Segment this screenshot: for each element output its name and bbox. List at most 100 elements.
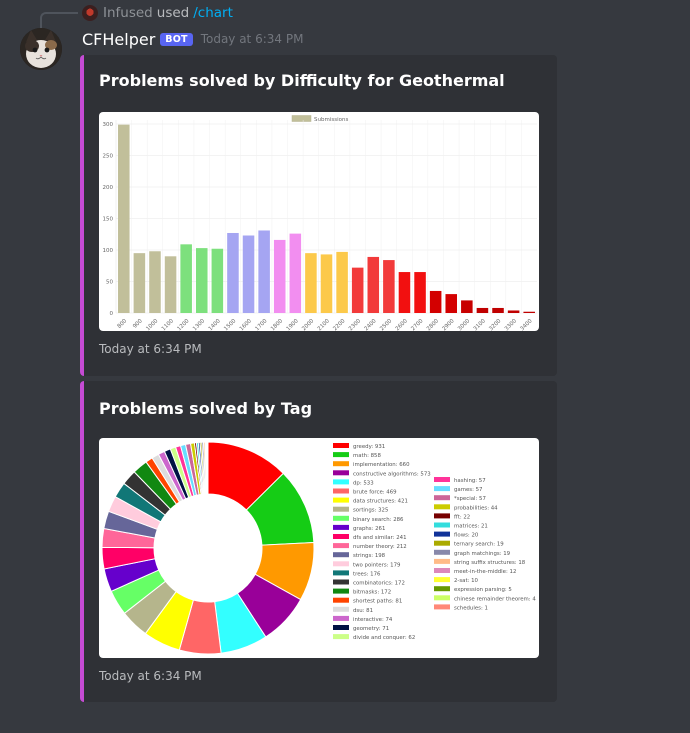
bar bbox=[149, 251, 161, 313]
bar bbox=[429, 290, 442, 313]
legend-swatch bbox=[434, 604, 450, 610]
legend-label: bitmasks: 172 bbox=[353, 590, 391, 596]
x-tick-label: 3000 bbox=[457, 318, 471, 331]
legend-label: combinatorics: 172 bbox=[353, 581, 405, 587]
legend-label: matrices: 21 bbox=[454, 524, 488, 530]
bar bbox=[398, 272, 411, 313]
legend-swatch bbox=[333, 579, 349, 585]
cat-avatar-image bbox=[20, 28, 62, 70]
embed-footer: Today at 6:34 PM bbox=[99, 669, 202, 683]
bar bbox=[320, 254, 333, 313]
legend-swatch bbox=[333, 634, 349, 640]
bar bbox=[492, 307, 504, 313]
legend-swatch bbox=[333, 470, 349, 476]
x-tick-label: 800 bbox=[117, 318, 129, 330]
bar bbox=[461, 300, 473, 313]
legend-swatch bbox=[333, 552, 349, 558]
legend-label: math: 858 bbox=[353, 453, 381, 459]
legend-label: implementation: 660 bbox=[353, 462, 410, 468]
x-tick-label: 1000 bbox=[145, 318, 159, 331]
username[interactable]: CFHelper bbox=[82, 30, 155, 49]
legend-label: binary search: 286 bbox=[353, 517, 404, 523]
legend-label: strings: 198 bbox=[353, 553, 386, 559]
reply-reference[interactable]: Infused used /chart bbox=[82, 4, 233, 22]
legend-swatch bbox=[434, 577, 450, 583]
legend-label: expression parsing: 5 bbox=[454, 587, 512, 593]
legend-label: interactive: 74 bbox=[353, 617, 393, 623]
message-timestamp[interactable]: Today at 6:34 PM bbox=[201, 32, 304, 46]
message-header: CFHelper BOT Today at 6:34 PM bbox=[82, 28, 303, 50]
legend-swatch bbox=[333, 479, 349, 485]
reply-username[interactable]: Infused bbox=[103, 5, 153, 21]
x-tick-label: 2700 bbox=[410, 318, 424, 331]
reply-command[interactable]: /chart bbox=[193, 5, 233, 21]
x-tick-label: 3100 bbox=[473, 318, 487, 331]
x-tick-label: 1700 bbox=[254, 318, 268, 331]
bar bbox=[242, 235, 255, 313]
x-tick-label: 3400 bbox=[519, 318, 533, 331]
legend-label: graphs: 261 bbox=[353, 526, 385, 532]
legend-label: dsu: 81 bbox=[353, 608, 373, 614]
difficulty-chart-image[interactable]: Submissions 0 50 100 150 200 250 300 800 900 1000 1… bbox=[99, 112, 539, 331]
x-tick-label: 2000 bbox=[301, 318, 315, 331]
bar bbox=[227, 232, 239, 313]
legend-swatch bbox=[434, 513, 450, 519]
embed-difficulty: Problems solved by Difficulty for Geothe… bbox=[80, 55, 557, 376]
legend-label: probabilities: 44 bbox=[454, 505, 498, 511]
x-tick-label: 2200 bbox=[332, 318, 346, 331]
bar bbox=[383, 260, 395, 313]
legend-swatch bbox=[333, 461, 349, 467]
tag-chart-image[interactable]: greedy: 931 math: 858 implementation: 660 c… bbox=[99, 438, 539, 658]
x-tick-label: 2900 bbox=[442, 318, 456, 331]
legend-swatch bbox=[434, 531, 450, 537]
legend-label: data structures: 421 bbox=[353, 499, 408, 505]
legend-label: greedy: 931 bbox=[353, 444, 385, 450]
legend-label: games: 57 bbox=[454, 487, 483, 493]
legend-swatch bbox=[333, 524, 349, 530]
bar bbox=[164, 256, 177, 313]
bar bbox=[414, 272, 426, 313]
bar bbox=[367, 256, 380, 313]
legend-swatch bbox=[434, 540, 450, 546]
legend-label: number theory: 212 bbox=[353, 544, 407, 550]
x-tick-label: 2800 bbox=[426, 318, 440, 331]
legend-swatch bbox=[434, 586, 450, 592]
legend-swatch bbox=[333, 443, 349, 448]
legend-swatch bbox=[333, 606, 349, 612]
bar bbox=[445, 294, 458, 313]
legend-label: divide and conquer: 62 bbox=[353, 635, 415, 641]
legend-label: ternary search: 19 bbox=[454, 542, 504, 548]
y-tick-label: 200 bbox=[103, 185, 114, 191]
embed-title: Problems solved by Tag bbox=[99, 399, 313, 418]
bar bbox=[273, 239, 286, 313]
y-tick-label: 0 bbox=[110, 311, 114, 317]
x-tick-label: 1400 bbox=[208, 318, 222, 331]
bar bbox=[211, 248, 224, 313]
legend-swatch bbox=[333, 625, 349, 630]
x-tick-label: 3300 bbox=[504, 318, 518, 331]
legend-swatch bbox=[333, 497, 349, 503]
bar bbox=[476, 307, 489, 313]
reply-action: used bbox=[156, 5, 190, 21]
legend-swatch bbox=[333, 488, 349, 494]
legend-swatch bbox=[291, 115, 312, 122]
chart-legend: greedy: 931 math: 858 implementation: 660 c… bbox=[333, 443, 536, 641]
bar bbox=[507, 310, 520, 313]
reply-avatar[interactable] bbox=[82, 5, 98, 21]
legend-swatch bbox=[434, 504, 450, 510]
legend-label: geometry: 71 bbox=[353, 626, 389, 632]
legend-swatch bbox=[333, 534, 349, 539]
legend-label: two pointers: 179 bbox=[353, 562, 401, 568]
legend-swatch bbox=[434, 595, 450, 601]
avatar[interactable] bbox=[20, 28, 62, 70]
x-tick-label: 1200 bbox=[176, 318, 190, 331]
y-tick-label: 250 bbox=[103, 154, 114, 160]
legend-label: flows: 20 bbox=[454, 533, 479, 539]
legend-label: trees: 176 bbox=[353, 571, 381, 577]
x-tick-label: 2300 bbox=[348, 318, 362, 331]
legend-label: dfs and similar: 241 bbox=[353, 535, 407, 541]
legend-label: shortest paths: 81 bbox=[353, 599, 402, 605]
chart-legend: Submissions bbox=[291, 115, 348, 123]
embed-tags: Problems solved by Tag greedy: 931 math: … bbox=[80, 381, 557, 702]
legend-swatch bbox=[434, 558, 450, 564]
